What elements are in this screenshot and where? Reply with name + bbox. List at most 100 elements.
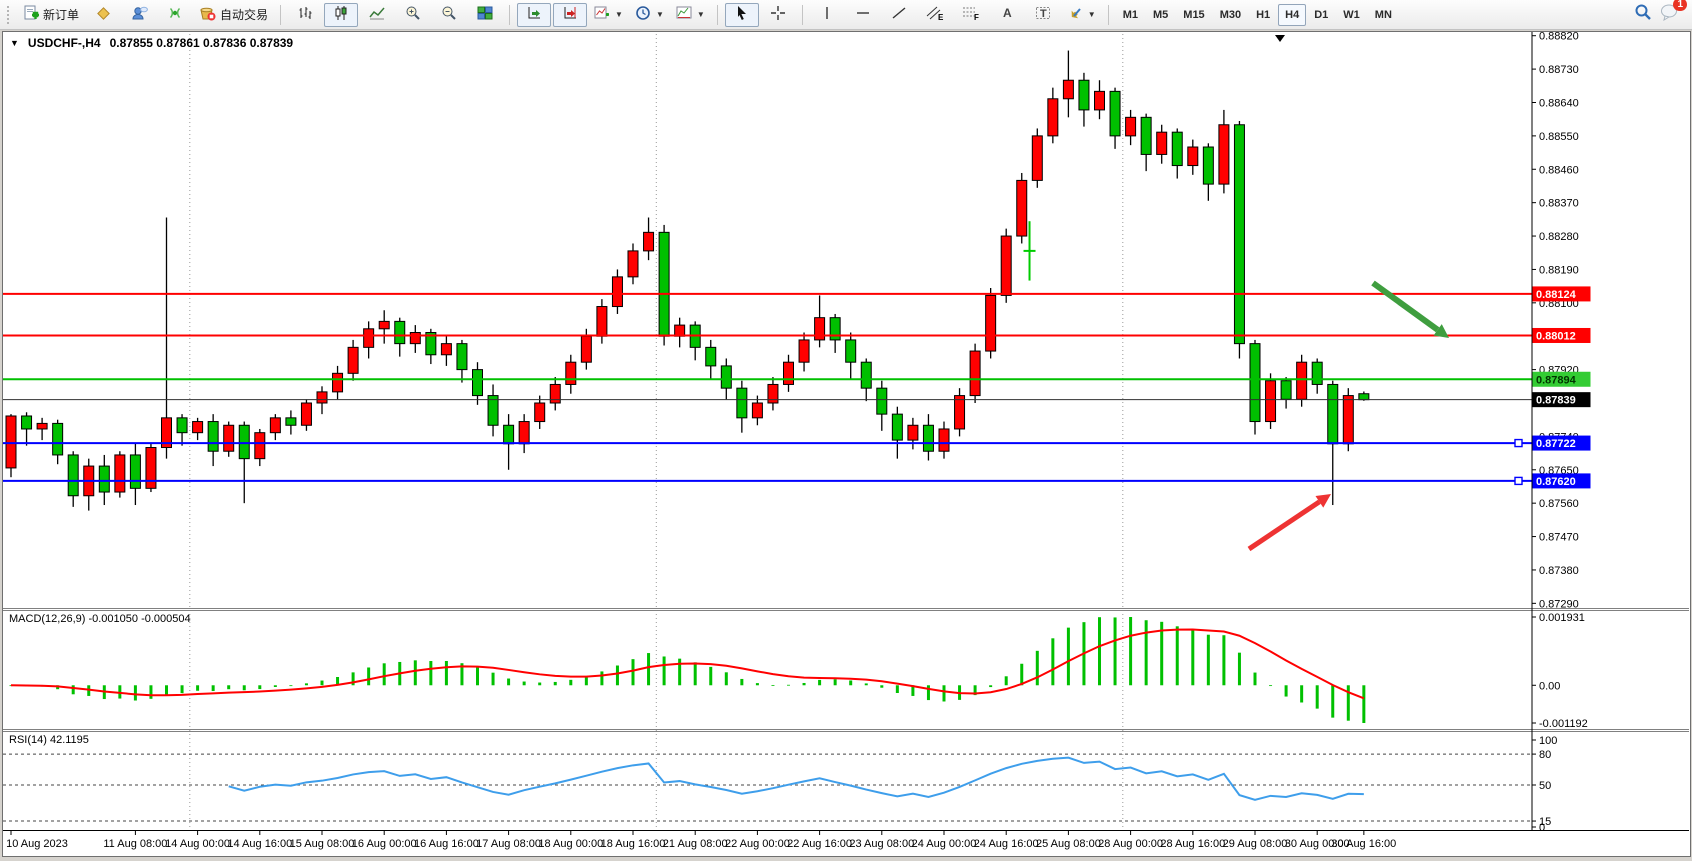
price-badge-label: 0.87894 [1536, 374, 1577, 386]
price-tick-label: 0.88820 [1539, 32, 1579, 43]
date-tick-label[interactable]: 28 Aug 00:00 [1098, 838, 1163, 850]
crosshair-button[interactable] [761, 3, 795, 27]
templates-button[interactable]: ▼ [671, 3, 710, 27]
rsi-line [229, 758, 1364, 800]
chart-shift-marker[interactable] [1275, 35, 1285, 42]
timeframe-button-m5[interactable]: M5 [1146, 4, 1175, 26]
equidistant-channel-icon: E [926, 5, 944, 24]
date-tick-label[interactable]: 24 Aug 16:00 [974, 838, 1039, 850]
macd-histogram-bar [367, 667, 370, 685]
bear-candle [706, 347, 716, 366]
bear-candle [177, 418, 187, 433]
periods-dropdown-caret[interactable]: ▼ [656, 10, 664, 19]
profile-button[interactable] [122, 3, 156, 27]
chart-canvas[interactable]: 0.888200.887300.886400.885500.884600.883… [3, 32, 1690, 856]
down-trend-arrow[interactable] [1373, 283, 1438, 330]
marketwatch-button[interactable] [86, 3, 120, 27]
zoom-in-icon [405, 5, 421, 24]
bull-candle [908, 425, 918, 440]
macd-histogram-bar [1114, 617, 1117, 685]
autotrade-button[interactable]: 自动交易 [194, 3, 273, 27]
chart-candles-button[interactable] [324, 3, 358, 27]
text-label-button[interactable]: T [1026, 3, 1060, 27]
timeframe-button-m30[interactable]: M30 [1213, 4, 1248, 26]
price-tick-label: 0.87470 [1539, 532, 1579, 544]
bear-candle [286, 418, 296, 425]
date-tick-label[interactable]: 30 Aug 16:00 [1331, 838, 1396, 850]
macd-histogram-bar [943, 685, 946, 701]
date-tick-label[interactable]: 25 Aug 08:00 [1036, 838, 1101, 850]
indicators-dropdown-caret[interactable]: ▼ [615, 10, 623, 19]
date-tick-label[interactable]: 16 Aug 00:00 [352, 838, 417, 850]
chart-bars-button[interactable] [288, 3, 322, 27]
date-tick-label[interactable]: 21 Aug 08:00 [663, 838, 728, 850]
date-tick-label[interactable]: 14 Aug 16:00 [227, 838, 292, 850]
date-tick-label[interactable]: 18 Aug 00:00 [538, 838, 603, 850]
timeframe-button-d1[interactable]: D1 [1307, 4, 1335, 26]
tile-windows-button[interactable] [468, 3, 502, 27]
trendline-button[interactable] [882, 3, 916, 27]
date-tick-label[interactable]: 16 Aug 16:00 [414, 838, 479, 850]
macd-histogram-bar [1191, 629, 1194, 685]
arrows-dropdown-caret[interactable]: ▼ [1088, 10, 1096, 19]
chart-line-button[interactable] [360, 3, 394, 27]
date-tick-label[interactable]: 22 Aug 00:00 [725, 838, 790, 850]
date-tick-label[interactable]: 28 Aug 16:00 [1160, 838, 1225, 850]
date-tick-label[interactable]: 29 Aug 08:00 [1223, 838, 1288, 850]
timeframe-button-mn[interactable]: MN [1368, 4, 1399, 26]
notifications-chat-icon[interactable]: 1 [1660, 3, 1680, 26]
timeframe-button-w1[interactable]: W1 [1336, 4, 1367, 26]
arrows-button[interactable]: ▼ [1062, 3, 1101, 27]
vertical-line-button[interactable] [810, 3, 844, 27]
trendline-icon [891, 5, 907, 24]
templates-dropdown-caret[interactable]: ▼ [697, 10, 705, 19]
date-tick-label[interactable]: 22 Aug 16:00 [787, 838, 852, 850]
price-tick-label: 0.88280 [1539, 231, 1579, 243]
equidistant-channel-button[interactable]: E [918, 3, 952, 27]
fibonacci-button[interactable]: F [954, 3, 988, 27]
bull-candle [1001, 236, 1011, 295]
macd-histogram-bar [647, 653, 650, 685]
date-tick-label[interactable]: 23 Aug 08:00 [849, 838, 914, 850]
zoom-in-button[interactable] [396, 3, 430, 27]
svg-text:A: A [1003, 6, 1012, 20]
zoom-out-button[interactable] [432, 3, 466, 27]
bear-candle [1141, 117, 1151, 154]
date-tick-label[interactable]: 24 Aug 00:00 [912, 838, 977, 850]
new-order-button[interactable]: 新订单 [18, 3, 84, 27]
macd-histogram-bar [538, 683, 541, 686]
macd-histogram-bar [709, 667, 712, 685]
macd-histogram-bar [1020, 664, 1023, 686]
timeframe-button-m1[interactable]: M1 [1116, 4, 1145, 26]
date-tick-label[interactable]: 10 Aug 2023 [6, 838, 68, 850]
line-handle[interactable] [1515, 440, 1522, 447]
indicators-button[interactable]: ▼ [589, 3, 628, 27]
timeframe-button-h1[interactable]: H1 [1249, 4, 1277, 26]
chart-shift-button[interactable] [553, 3, 587, 27]
signal-button[interactable] [158, 3, 192, 27]
macd-histogram-bar [414, 660, 417, 685]
up-bounce-arrow[interactable] [1249, 502, 1319, 549]
bull-candle [146, 448, 156, 489]
search-icon[interactable] [1634, 3, 1652, 26]
arrows-icon [1067, 5, 1083, 24]
text-label-icon: T [1035, 5, 1051, 24]
timeframe-button-m15[interactable]: M15 [1176, 4, 1211, 26]
text-button[interactable]: A [990, 3, 1024, 27]
timeframe-button-h4[interactable]: H4 [1278, 4, 1306, 26]
date-tick-label[interactable]: 17 Aug 08:00 [476, 838, 541, 850]
horizontal-line-button[interactable] [846, 3, 880, 27]
date-tick-label[interactable]: 14 Aug 00:00 [165, 838, 230, 850]
date-tick-label[interactable]: 15 Aug 08:00 [290, 838, 355, 850]
bull-candle [301, 403, 311, 425]
toolbar-separator [509, 5, 510, 25]
periods-button[interactable]: ▼ [630, 3, 669, 27]
chart-window[interactable]: ▼ USDCHF-,H4 0.87855 0.87861 0.87836 0.8… [2, 31, 1691, 857]
chart-menu-caret-icon[interactable]: ▼ [10, 38, 19, 48]
date-tick-label[interactable]: 11 Aug 08:00 [103, 838, 167, 850]
date-tick-label[interactable]: 18 Aug 16:00 [601, 838, 666, 850]
cursor-button[interactable] [725, 3, 759, 27]
line-handle[interactable] [1515, 477, 1522, 484]
macd-histogram-bar [1129, 617, 1132, 685]
auto-scroll-button[interactable] [517, 3, 551, 27]
